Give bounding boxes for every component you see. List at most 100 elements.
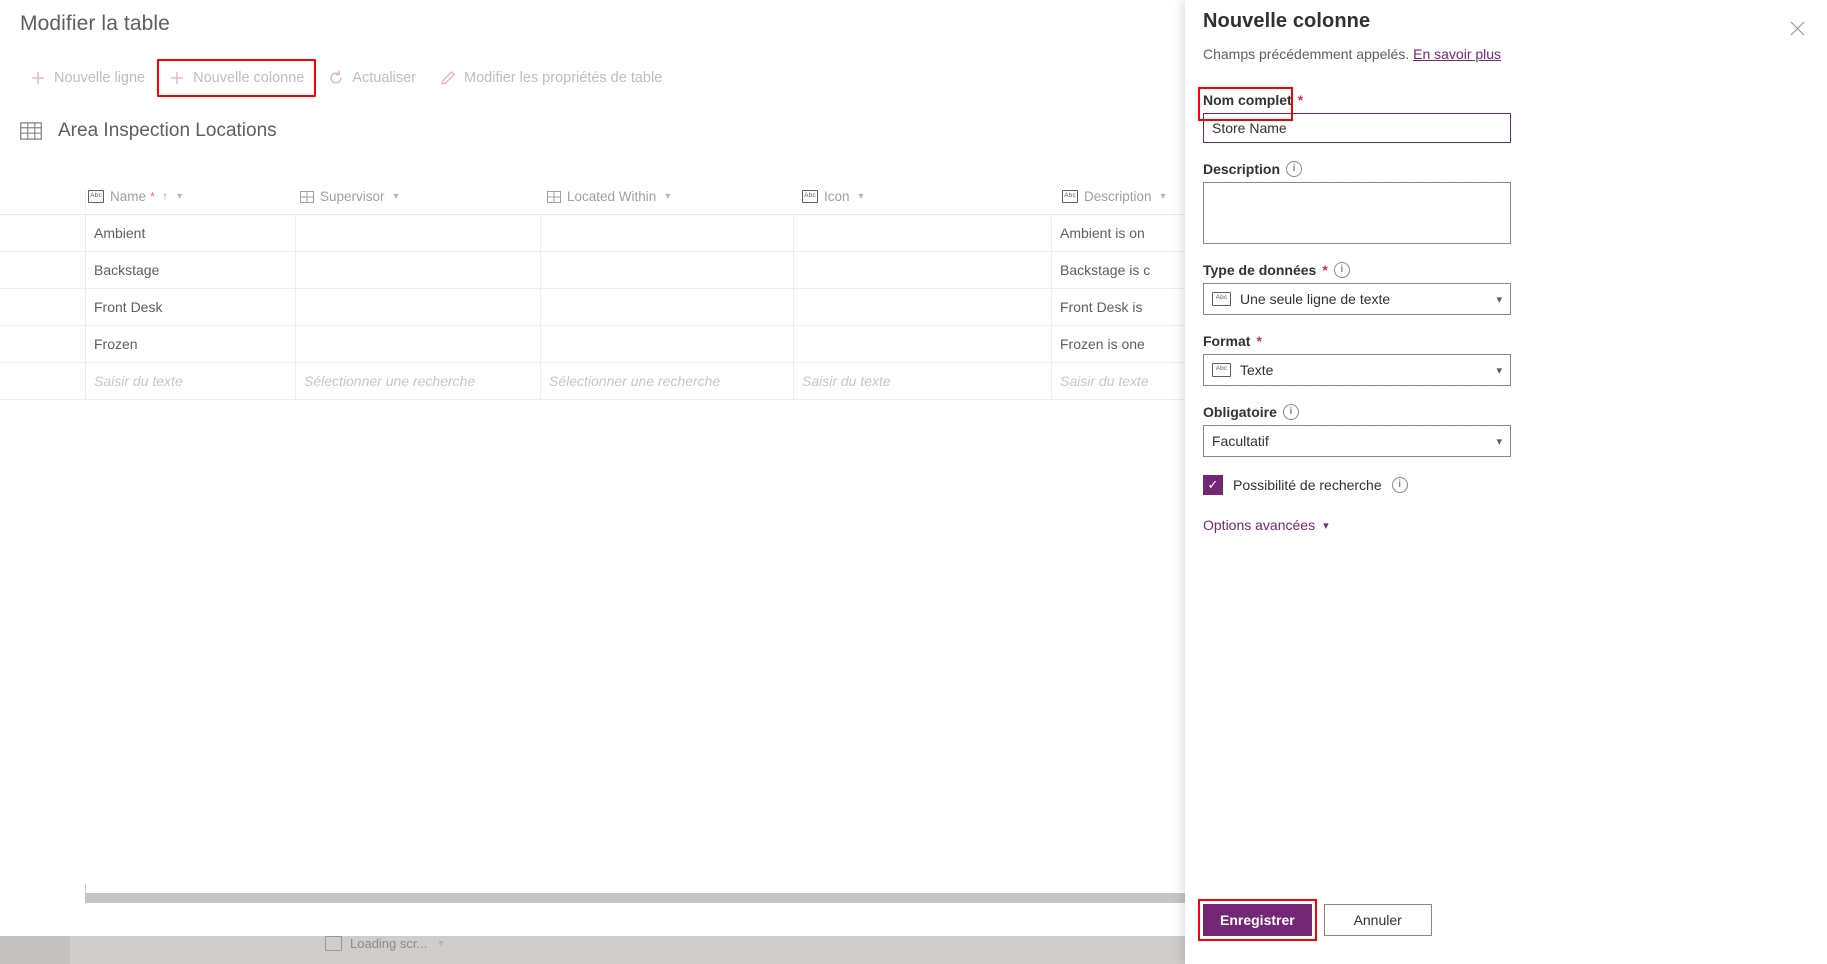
pencil-icon: [440, 70, 456, 86]
cell-icon[interactable]: [794, 215, 1052, 251]
table-designer-main: Modifier la table Nouvelle ligne Nouvell…: [0, 0, 1185, 964]
chevron-down-icon[interactable]: ▾: [665, 191, 670, 202]
table-row[interactable]: Frozen Frozen is one: [0, 326, 1185, 363]
sort-ascending-icon: ↑: [162, 189, 169, 203]
cell-name[interactable]: Front Desk: [86, 289, 296, 325]
bottom-bar-left-slot: [0, 936, 70, 964]
required-label: Obligatoire: [1203, 404, 1277, 420]
searchable-checkbox[interactable]: ✓: [1203, 475, 1223, 495]
display-name-value: Store Name: [1212, 120, 1287, 136]
column-header-description[interactable]: Abc Description ▾: [1060, 178, 1185, 214]
column-header-located-within[interactable]: Located Within ▾: [545, 178, 800, 214]
format-label-row: Format *: [1203, 333, 1513, 349]
cell-supervisor[interactable]: [296, 215, 541, 251]
cell-description[interactable]: Front Desk is: [1052, 289, 1185, 325]
required-value-wrap: Facultatif: [1212, 433, 1269, 449]
cell-located-within[interactable]: [541, 326, 794, 362]
display-name-label-row: Nom complet *: [1203, 92, 1513, 108]
chevron-down-icon[interactable]: ▾: [394, 191, 399, 202]
horizontal-scrollbar[interactable]: [85, 893, 1185, 903]
data-type-label-row: Type de données * i: [1203, 262, 1513, 278]
cell-name[interactable]: Backstage: [86, 252, 296, 288]
cell-description[interactable]: Frozen is one: [1052, 326, 1185, 362]
lookup-column-icon: [300, 190, 314, 203]
info-icon[interactable]: i: [1286, 161, 1303, 177]
learn-more-link[interactable]: En savoir plus: [1413, 46, 1501, 62]
required-asterisk: *: [1256, 333, 1262, 349]
required-value: Facultatif: [1212, 433, 1269, 449]
cell-supervisor[interactable]: [296, 289, 541, 325]
info-icon[interactable]: i: [1333, 262, 1350, 278]
table-row[interactable]: Backstage Backstage is c: [0, 252, 1185, 289]
new-cell-description[interactable]: Saisir du texte: [1052, 363, 1185, 399]
download-chip-label: Loading scr...: [350, 936, 428, 951]
cell-located-within[interactable]: [541, 289, 794, 325]
new-cell-name[interactable]: Saisir du texte: [86, 363, 296, 399]
column-header-icon[interactable]: Abc Icon ▾: [800, 178, 1060, 214]
save-button[interactable]: Enregistrer: [1198, 899, 1317, 941]
cell-name[interactable]: Ambient: [86, 215, 296, 251]
chevron-down-icon: ▾: [1496, 435, 1502, 448]
cell-located-within[interactable]: [541, 252, 794, 288]
bottom-status-bar: Loading scr... ▾: [0, 936, 1185, 964]
new-cell-supervisor[interactable]: Sélectionner une recherche: [296, 363, 541, 399]
cell-supervisor[interactable]: [296, 252, 541, 288]
cell-name[interactable]: Frozen: [86, 326, 296, 362]
required-asterisk: *: [1322, 262, 1328, 278]
searchable-checkbox-row[interactable]: ✓ Possibilité de recherche i: [1203, 475, 1513, 495]
column-header-name[interactable]: Abc Name * ↑ ▾: [86, 178, 298, 214]
chevron-down-icon[interactable]: ▾: [859, 191, 864, 202]
row-gutter: [0, 289, 86, 325]
format-dropdown[interactable]: Abc Texte ▾: [1203, 354, 1511, 386]
new-column-label: Nouvelle colonne: [193, 70, 305, 86]
data-type-field-block: Type de données * i Abc Une seule ligne …: [1203, 262, 1513, 315]
cell-icon[interactable]: [794, 252, 1052, 288]
data-type-label: Type de données: [1203, 262, 1317, 278]
column-header-supervisor[interactable]: Supervisor ▾: [298, 178, 545, 214]
table-header: Area Inspection Locations: [18, 118, 277, 144]
cell-description[interactable]: Ambient is on: [1052, 215, 1185, 251]
column-header-label: Name: [110, 188, 147, 204]
required-dropdown[interactable]: Facultatif ▾: [1203, 425, 1511, 457]
edit-table-properties-button[interactable]: Modifier les propriétés de table: [430, 64, 672, 92]
refresh-icon: [328, 70, 344, 86]
table-row[interactable]: Front Desk Front Desk is: [0, 289, 1185, 326]
new-cell-icon[interactable]: Saisir du texte: [794, 363, 1052, 399]
text-type-icon: Abc: [1212, 363, 1231, 377]
format-label: Format: [1203, 333, 1251, 349]
download-chip[interactable]: Loading scr... ▾: [325, 936, 1185, 951]
required-asterisk: *: [1297, 92, 1304, 108]
text-type-icon: Abc: [1212, 292, 1231, 306]
plus-icon: [30, 70, 46, 86]
column-header-label: Icon: [824, 188, 850, 204]
row-gutter: [0, 252, 86, 288]
info-icon[interactable]: i: [1282, 404, 1299, 420]
column-header-label: Supervisor: [320, 188, 385, 204]
cell-description[interactable]: Backstage is c: [1052, 252, 1185, 288]
display-name-input[interactable]: Store Name: [1198, 87, 1511, 143]
close-icon[interactable]: [1783, 14, 1811, 42]
plus-icon: [169, 70, 185, 86]
data-type-dropdown[interactable]: Abc Une seule ligne de texte ▾: [1203, 283, 1511, 315]
refresh-button[interactable]: Actualiser: [318, 64, 426, 92]
info-icon[interactable]: i: [1391, 477, 1408, 493]
new-row-placeholder[interactable]: Saisir du texte Sélectionner une recherc…: [0, 363, 1185, 400]
new-column-panel: Nouvelle colonne Champs précédemment app…: [1185, 0, 1827, 964]
row-gutter-header: [0, 190, 86, 210]
new-row-button[interactable]: Nouvelle ligne: [20, 64, 155, 92]
chevron-down-icon[interactable]: ▾: [438, 938, 443, 949]
new-column-button[interactable]: Nouvelle colonne: [157, 59, 317, 97]
cell-located-within[interactable]: [541, 215, 794, 251]
chevron-down-icon[interactable]: ▾: [1161, 191, 1166, 202]
advanced-options-label: Options avancées: [1203, 517, 1316, 533]
cell-supervisor[interactable]: [296, 326, 541, 362]
cell-icon[interactable]: [794, 289, 1052, 325]
cancel-button[interactable]: Annuler: [1323, 904, 1432, 936]
chevron-down-icon[interactable]: ▾: [177, 191, 182, 202]
advanced-options-toggle[interactable]: Options avancées ▾: [1203, 517, 1513, 533]
display-name-label: Nom complet: [1203, 92, 1292, 108]
cell-icon[interactable]: [794, 326, 1052, 362]
table-row[interactable]: Ambient Ambient is on: [0, 215, 1185, 252]
new-cell-located-within[interactable]: Sélectionner une recherche: [541, 363, 794, 399]
description-textarea[interactable]: [1203, 182, 1511, 244]
